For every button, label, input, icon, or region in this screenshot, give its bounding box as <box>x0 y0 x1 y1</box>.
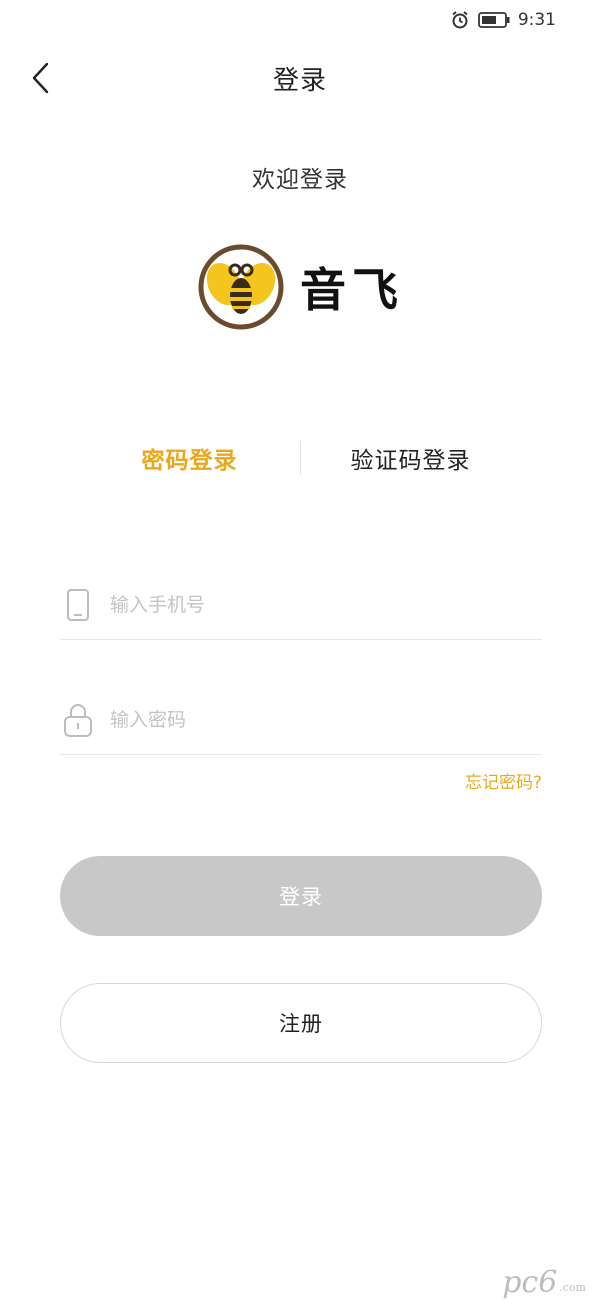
chevron-left-icon <box>32 62 49 94</box>
nav-bar: 登录 <box>0 48 600 108</box>
status-time: 9:31 <box>517 10 556 30</box>
alarm-icon <box>450 10 470 30</box>
phone-field <box>60 570 542 640</box>
login-mode-tabs: 密码登录 验证码登录 <box>0 434 600 482</box>
password-input[interactable] <box>110 708 510 731</box>
phone-icon <box>62 585 94 625</box>
watermark-subtext: .com <box>559 1281 586 1294</box>
page-title: 登录 <box>272 65 327 96</box>
tab-code-login[interactable]: 验证码登录 <box>301 441 521 475</box>
forgot-password-link[interactable]: 忘记密码? <box>465 768 542 793</box>
tab-password-login[interactable]: 密码登录 <box>80 441 300 475</box>
password-field <box>60 685 542 755</box>
back-button[interactable] <box>20 58 60 98</box>
brand-logo: 音飞 <box>198 244 404 330</box>
lock-icon <box>62 700 94 740</box>
bee-logo-icon <box>198 244 284 330</box>
battery-icon <box>477 11 510 29</box>
status-bar: 9:31 <box>0 0 600 40</box>
phone-input[interactable] <box>110 593 510 616</box>
brand-name: 音飞 <box>300 263 404 317</box>
watermark-text: pc6 <box>502 1265 558 1300</box>
watermark: pc6 .com <box>502 1265 586 1300</box>
login-button[interactable]: 登录 <box>60 856 542 936</box>
register-button[interactable]: 注册 <box>60 983 542 1063</box>
welcome-text: 欢迎登录 <box>252 167 348 193</box>
